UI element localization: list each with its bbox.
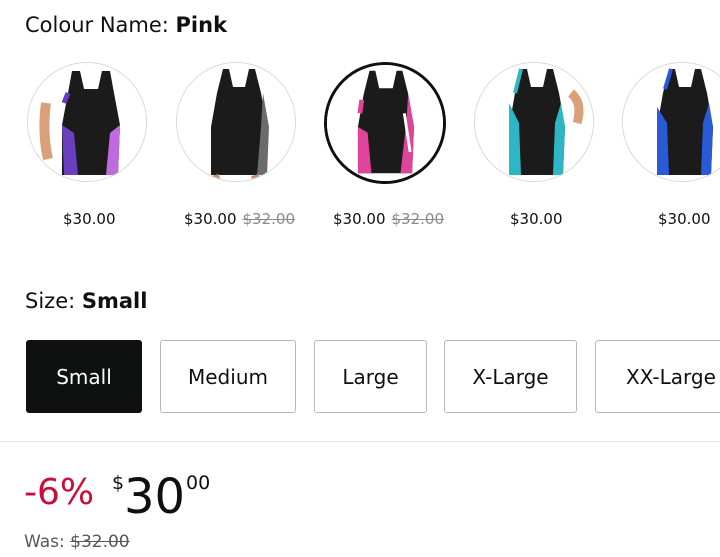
section-divider [0, 441, 720, 442]
was-value: $32.00 [70, 532, 130, 552]
size-label: Size: [25, 289, 76, 313]
colour-label: Colour Name: [25, 13, 169, 37]
was-label: Was: [24, 532, 65, 552]
colour-swatch-list: $30.00 $30.00 $32.00 $30.00 $32.00 $30.0… [0, 62, 720, 232]
swimsuit-image [623, 63, 720, 181]
swatch-price: $30.00 $32.00 [333, 210, 444, 228]
swimsuit-image [177, 63, 295, 181]
size-row: Size: Small [25, 289, 147, 313]
price-whole: 30 [124, 469, 186, 525]
swatch-price: $30.00 [510, 210, 563, 228]
swatch-image[interactable] [27, 62, 147, 182]
price-fraction: 00 [186, 472, 211, 494]
size-value: Small [81, 289, 148, 313]
size-button-medium[interactable]: Medium [160, 340, 296, 413]
swatch-price: $30.00 $32.00 [184, 210, 295, 228]
colour-name-row: Colour Name: Pink [25, 13, 227, 37]
swatch-image[interactable] [324, 62, 446, 184]
swatch-image[interactable] [622, 62, 720, 182]
swatch-image[interactable] [176, 62, 296, 182]
size-button-xx-large[interactable]: XX-Large [595, 340, 720, 413]
discount-percentage: -6% [24, 472, 95, 513]
swimsuit-image [28, 63, 146, 181]
swimsuit-image [327, 65, 443, 181]
swatch-image[interactable] [474, 62, 594, 182]
swatch-price: $30.00 [658, 210, 711, 228]
size-button-large[interactable]: Large [314, 340, 427, 413]
size-button-x-large[interactable]: X-Large [444, 340, 577, 413]
was-price: Was: $32.00 [24, 532, 130, 552]
colour-value: Pink [175, 13, 228, 37]
size-button-small[interactable]: Small [26, 340, 142, 413]
swatch-price: $30.00 [63, 210, 116, 228]
price-currency: $ [112, 472, 125, 494]
swimsuit-image [475, 63, 593, 181]
